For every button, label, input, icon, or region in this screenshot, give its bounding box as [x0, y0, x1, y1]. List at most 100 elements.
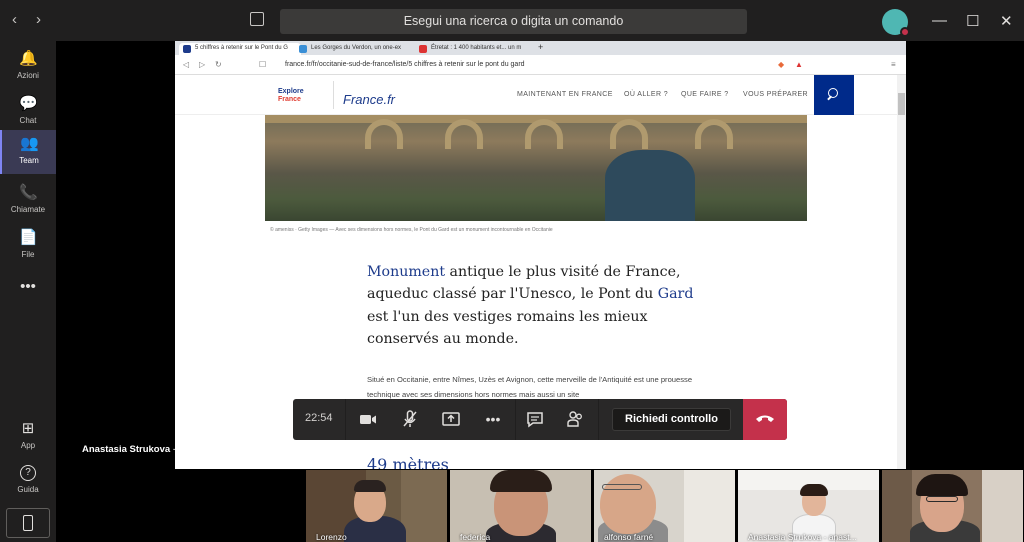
nav-ou-aller[interactable]: OÙ ALLER ? — [624, 91, 668, 98]
rail-item-app[interactable]: ⊞ App — [0, 415, 56, 459]
browser-tab[interactable]: Étretat : 1 400 habitants et... un m — [415, 43, 537, 55]
phone-icon: 📞 — [19, 184, 38, 201]
back-icon[interactable]: ‹ — [12, 11, 17, 28]
presenter-email: - anastasia.strukova@studio.unibo.it — [170, 444, 327, 455]
more-icon: ••• — [485, 411, 501, 427]
france-fr-logo[interactable]: France.fr — [343, 92, 395, 107]
favicon-icon — [299, 45, 307, 53]
rail-item-file[interactable]: 📄 File — [0, 224, 56, 268]
camera-button[interactable] — [358, 409, 378, 429]
teams-titlebar: ‹ › Esegui una ricerca o digita un coman… — [0, 0, 1024, 41]
link-gard[interactable]: Gard — [658, 286, 694, 302]
rail-item-chat[interactable]: 💬 Chat — [0, 90, 56, 134]
pont-du-gard-photo — [265, 115, 807, 221]
minimize-icon[interactable]: — — [932, 12, 947, 29]
compose-icon[interactable] — [250, 12, 264, 26]
forward-icon[interactable]: ▷ — [199, 60, 205, 69]
call-controls: 22:54 ••• Richiedi controllo — [293, 399, 787, 440]
camera-icon — [360, 415, 376, 424]
team-icon: 👥 — [20, 135, 39, 152]
rail-item-more[interactable]: ••• — [0, 273, 56, 317]
participant-name: Lorenzo — [316, 532, 347, 542]
mute-button[interactable] — [400, 409, 420, 429]
explore-france-logo[interactable]: Explore France — [278, 88, 304, 104]
participant-name: Anastasia Strukova - anast... — [748, 532, 857, 542]
rail-item-label: Team — [19, 156, 39, 165]
rail-item-label: Chat — [19, 116, 37, 125]
divider — [333, 81, 334, 109]
section-heading: 49 mètres — [367, 455, 449, 469]
browser-tab[interactable]: 5 chiffres à retenir sur le Pont du G — [179, 43, 301, 55]
rail-item-team[interactable]: 👥 Team — [0, 130, 56, 174]
chat-toggle-button[interactable] — [525, 409, 545, 429]
more-actions-button[interactable]: ••• — [483, 409, 503, 429]
file-icon: 📄 — [19, 229, 38, 246]
forward-icon[interactable]: › — [36, 11, 41, 28]
browser-tab[interactable]: Les Gorges du Verdon, un one-ex — [295, 43, 417, 55]
maximize-icon[interactable]: ☐ — [966, 12, 979, 30]
participants-icon — [567, 411, 582, 427]
bookmark-icon[interactable]: ☐ — [259, 60, 266, 69]
app-rail: 🔔 Azioni 💬 Chat 👥 Team 📞 Chiamate 📄 File… — [0, 41, 56, 542]
new-tab-button[interactable]: + — [538, 42, 543, 52]
participants-button[interactable] — [565, 409, 585, 429]
status-badge — [900, 27, 910, 37]
nav-que-faire[interactable]: QUE FAIRE ? — [681, 91, 729, 98]
nav-vous-preparer[interactable]: VOUS PRÉPARER — [743, 91, 808, 98]
participant-tile[interactable]: Lorenzo — [306, 470, 447, 542]
favicon-icon — [183, 45, 191, 53]
body-paragraph: Situé en Occitanie, entre Nîmes, Uzès et… — [367, 375, 693, 399]
url-text: france.fr/fr/occitanie-sud-de-france/lis… — [285, 61, 525, 68]
rail-item-label: Chiamate — [10, 205, 46, 214]
share-screen-icon — [442, 412, 460, 426]
nav-maintenant[interactable]: MAINTENANT EN FRANCE — [517, 91, 613, 98]
tab-title: Les Gorges du Verdon, un one-ex — [311, 45, 402, 51]
presenter-label: Anastasia Strukova - anastasia.strukova@… — [82, 444, 326, 455]
browser-tabstrip: 5 chiffres à retenir sur le Pont du G Le… — [175, 41, 906, 55]
photo-caption: © ameniss · Getty Images — Avec ses dime… — [270, 227, 553, 233]
participant-tile[interactable]: federica — [450, 470, 591, 542]
rail-item-azioni[interactable]: 🔔 Azioni — [0, 45, 56, 89]
close-icon[interactable]: ✕ — [1000, 12, 1013, 30]
search-input[interactable]: Esegui una ricerca o digita un comando — [280, 9, 747, 34]
call-timer: 22:54 — [305, 412, 333, 424]
help-icon: ? — [20, 465, 36, 481]
device-icon[interactable] — [6, 508, 50, 538]
participant-name: federica — [460, 532, 491, 542]
share-button[interactable] — [441, 409, 461, 429]
participant-tile[interactable]: Anastasia Strukova - anast... — [738, 470, 879, 542]
participant-tile[interactable]: alfonso farné — [594, 470, 735, 542]
request-control-button[interactable]: Richiedi controllo — [612, 408, 731, 431]
apps-icon: ⊞ — [21, 420, 35, 437]
tab-title: Étretat : 1 400 habitants et... un m — [431, 45, 522, 51]
lead-text: est l'un des vestiges romains les mieux … — [367, 308, 648, 347]
tab-title: 5 chiffres à retenir sur le Pont du G — [195, 45, 288, 51]
hang-up-icon — [756, 415, 774, 422]
chat-icon: 💬 — [19, 95, 38, 112]
alert-icon[interactable]: ▲ — [795, 60, 803, 69]
rail-item-chiamate[interactable]: 📞 Chiamate — [0, 179, 56, 223]
scrollbar[interactable] — [897, 75, 906, 469]
back-icon[interactable]: ◁ — [183, 60, 189, 69]
more-icon: ••• — [20, 278, 36, 295]
rail-item-label: File — [21, 250, 35, 259]
favicon-icon — [419, 45, 427, 53]
menu-icon[interactable]: ≡ — [891, 60, 896, 69]
brave-icon[interactable]: ◆ — [778, 60, 784, 69]
reload-icon[interactable]: ↻ — [215, 60, 222, 69]
chat-icon — [527, 412, 543, 428]
link-monument[interactable]: Monument — [367, 264, 445, 280]
participant-tile[interactable] — [882, 470, 1023, 542]
rail-item-label: Guida — [17, 485, 39, 494]
presenter-name: Anastasia Strukova — [82, 444, 171, 455]
lead-paragraph: Monument antique le plus visité de Franc… — [367, 261, 697, 350]
hang-up-button[interactable] — [743, 399, 787, 440]
avatar[interactable] — [882, 9, 910, 37]
rail-item-guida[interactable]: ? Guida — [0, 459, 56, 503]
rail-item-label: App — [20, 441, 36, 450]
site-search-button[interactable] — [814, 75, 854, 115]
address-bar[interactable]: ◁ ▷ ↻ ☐ france.fr/fr/occitanie-sud-de-fr… — [175, 55, 906, 75]
bell-icon: 🔔 — [19, 50, 38, 67]
mic-off-icon — [403, 410, 417, 427]
rail-item-label: Azioni — [17, 71, 39, 80]
